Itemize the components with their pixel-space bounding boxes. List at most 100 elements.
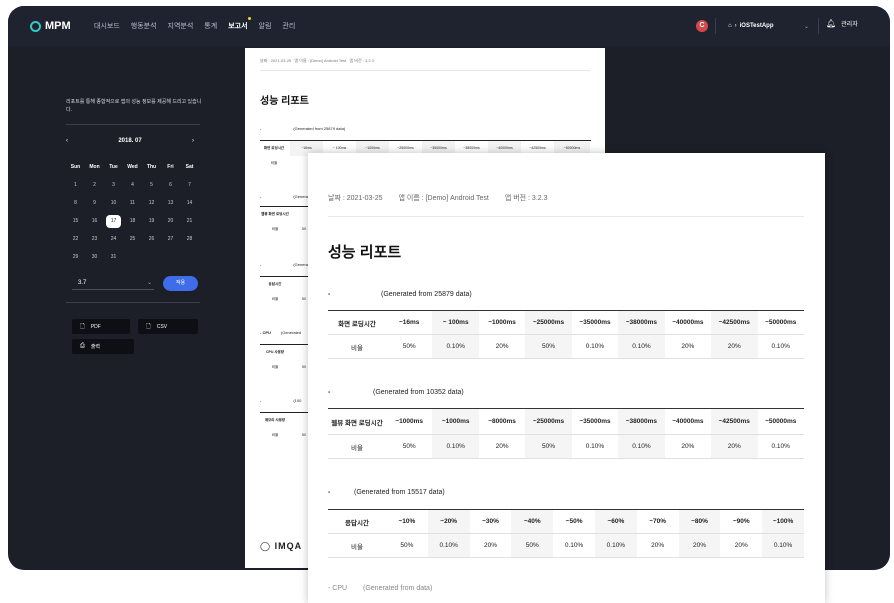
table-col: ~70%: [649, 518, 667, 525]
meta-date: 날짜 : 2021-03-25: [328, 195, 383, 202]
calendar-day[interactable]: 5: [142, 182, 161, 188]
section-dash: - CPU: [260, 330, 271, 335]
table-header: 응답시간: [328, 510, 386, 533]
table-col: ~25000ms: [525, 409, 572, 434]
section-generated: (100: [293, 398, 302, 403]
weekday: Fri: [167, 164, 174, 170]
calendar-day[interactable]: 11: [123, 200, 142, 206]
section-heading: - (Generated from 15517 data): [328, 489, 445, 496]
calendar-week: 1 2 3 4 5 6 7: [66, 176, 200, 194]
table-cell: 50%: [402, 343, 416, 350]
calendar-day[interactable]: 20: [161, 218, 180, 224]
calendar-day[interactable]: 29: [66, 254, 85, 260]
table-header: 웹뷰 화면 로딩시간: [261, 212, 289, 216]
imqa-logo: ◯ IMQA: [260, 541, 303, 551]
calendar-day[interactable]: 25: [123, 236, 142, 242]
calendar-day[interactable]: 22: [66, 236, 85, 242]
sidebar-description: 리포트를 통해 종합적으로 앱의 성능 정보를 제공해 드리고 있습니다.: [66, 99, 202, 113]
calendar-day[interactable]: 6: [161, 182, 180, 188]
calendar-day[interactable]: 24: [104, 236, 123, 242]
table-cell: 0.10%: [771, 343, 790, 350]
admin-menu[interactable]: 🔔︎ 관리자: [826, 19, 858, 28]
table-cell: 20%: [734, 542, 748, 549]
report-title: 성능 리포트: [260, 96, 309, 107]
nav-report[interactable]: 보고서: [228, 17, 251, 31]
report-table: 웹뷰 화면 로딩시간 ~1000ms ~1000ms ~8000ms ~2500…: [328, 408, 804, 459]
chevron-left-icon[interactable]: ‹: [66, 138, 68, 144]
calendar-day[interactable]: 12: [142, 200, 161, 206]
calendar-day[interactable]: 16: [85, 218, 104, 224]
print-button[interactable]: ⎙ 출력: [72, 339, 134, 354]
nav-behavior[interactable]: 행동분석: [131, 21, 157, 31]
calendar-day[interactable]: 23: [85, 236, 104, 242]
calendar-day[interactable]: 18: [123, 218, 142, 224]
calendar-day[interactable]: 21: [180, 218, 199, 224]
table-header: 화면 로딩시간: [328, 311, 386, 334]
calendar-day[interactable]: 8: [66, 200, 85, 206]
report-title: 성능 리포트: [328, 244, 402, 261]
calendar-day[interactable]: 4: [123, 182, 142, 188]
section-heading: - (Generated from 25879 data): [328, 291, 472, 298]
calendar-day[interactable]: 2: [85, 182, 104, 188]
table-cell: 0.10%: [762, 534, 804, 557]
admin-label: 관리자: [841, 22, 858, 28]
table-cell: 0.10%: [771, 443, 790, 450]
avatar[interactable]: C: [696, 20, 708, 32]
calendar-day[interactable]: 7: [180, 182, 199, 188]
calendar-day[interactable]: 31: [104, 254, 123, 260]
calendar-day[interactable]: 14: [180, 200, 199, 206]
table-cell: 0.10%: [618, 435, 665, 458]
file-icon: 🗋︎: [80, 323, 85, 330]
table-cell: 20%: [495, 343, 509, 350]
calendar-day[interactable]: 3: [104, 182, 123, 188]
table-cell: 0.10%: [585, 343, 605, 350]
table-header-row: 화면 로딩시간 ~16ms ~ 100ms ~1000ms ~25000ms ~…: [328, 311, 804, 335]
table-header-row: 응답시간 ~10% ~20% ~30% ~40% ~50% ~60% ~70% …: [328, 510, 804, 534]
table-cell: 20%: [483, 542, 497, 549]
nav-dashboard[interactable]: 대시보드: [94, 21, 120, 31]
calendar-day[interactable]: 27: [161, 236, 180, 242]
logo[interactable]: MPM: [30, 20, 94, 32]
nav-region[interactable]: 지역분석: [168, 21, 194, 31]
calendar-day[interactable]: 9: [85, 200, 104, 206]
nav-alert[interactable]: 알림: [259, 21, 272, 31]
meta-app: 앱 이름 : [Demo] Android Test: [294, 58, 347, 63]
calendar-day[interactable]: 30: [85, 254, 104, 260]
calendar-day[interactable]: 13: [161, 200, 180, 206]
chevron-right-icon[interactable]: ›: [192, 138, 194, 144]
calendar-day[interactable]: 26: [142, 236, 161, 242]
meta-version: 앱 버전 : 3.2.3: [504, 195, 548, 202]
table-row: 비율 50% 0.10% 20% 50% 0.10% 0.10% 20% 20%…: [328, 435, 804, 459]
calendar-day[interactable]: 10: [104, 200, 123, 206]
calendar-day-selected[interactable]: 17: [106, 214, 121, 228]
calendar-day[interactable]: 19: [142, 218, 161, 224]
section-dash: -: [328, 291, 331, 298]
version-select[interactable]: 3.7 ⌄: [72, 276, 154, 290]
calendar-week: 8 9 10 11 12 13 14: [66, 194, 200, 212]
cpu-section-heading: - CPU (Generated from data): [328, 585, 446, 592]
table-col: ~30%: [482, 518, 499, 525]
table-row-label: 비율: [270, 161, 278, 165]
calendar-day[interactable]: 28: [180, 236, 199, 242]
section-dash: -: [260, 398, 262, 403]
table-col: ~16ms: [399, 319, 420, 326]
table-cell: 20%: [678, 534, 721, 557]
table-col: ~40%: [511, 510, 554, 533]
nav-admin[interactable]: 관리: [282, 21, 295, 31]
table-cell: 0.10%: [594, 534, 637, 557]
section-dash: -: [260, 262, 262, 267]
nav-stats[interactable]: 통계: [204, 21, 217, 31]
apply-button[interactable]: 적용: [163, 276, 198, 291]
calendar-day[interactable]: 15: [66, 218, 85, 224]
calendar-day[interactable]: 1: [66, 182, 85, 188]
table-cell: 20%: [711, 435, 758, 458]
csv-button[interactable]: 🗋︎ CSV: [138, 319, 198, 334]
table-cell: 0.10%: [585, 443, 605, 450]
table-header: 응답시간: [268, 282, 282, 286]
table-cell: 20%: [711, 335, 758, 358]
pdf-button[interactable]: 🗋︎ PDF: [72, 319, 130, 334]
table-col: ~20%: [427, 510, 470, 533]
table-row-label: 비율: [328, 435, 386, 458]
app-selector[interactable]: ⌂ › iOSTestApp ⌄: [720, 19, 813, 33]
table-col: ~35000ms: [579, 418, 611, 425]
